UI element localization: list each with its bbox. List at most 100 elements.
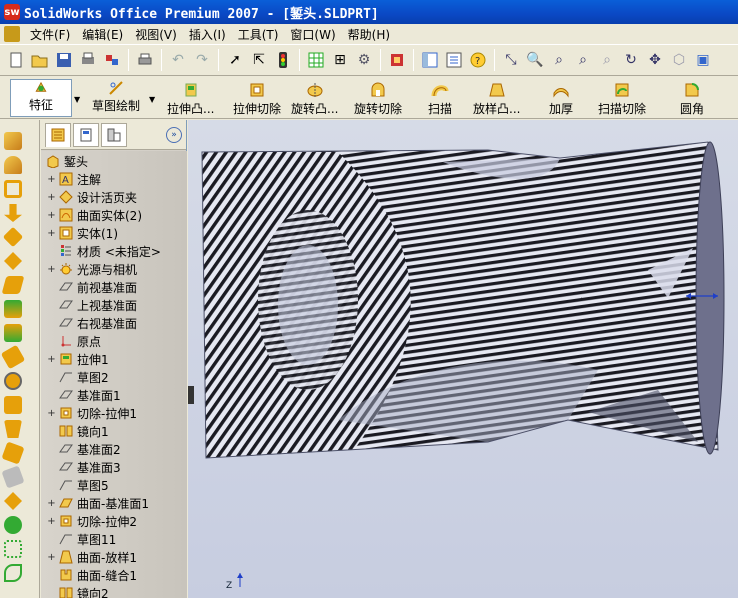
move-face-icon[interactable] [4, 492, 22, 510]
untrim-surface-icon[interactable] [4, 396, 22, 414]
swept-cut-button[interactable]: 扫描切除 [598, 81, 646, 117]
menu-edit[interactable]: 编辑(E) [76, 26, 129, 43]
app-menu-icon[interactable] [4, 26, 20, 42]
expand-plus-icon[interactable]: + [47, 552, 56, 563]
extruded-boss-button[interactable]: 拉伸凸... [167, 81, 214, 117]
tree-item[interactable]: + 切除-拉伸2 [47, 512, 137, 530]
knit-surface-icon[interactable] [4, 300, 22, 318]
properties-icon[interactable] [443, 49, 465, 71]
planar-surface-icon[interactable] [4, 324, 22, 342]
menu-help[interactable]: 帮助(H) [342, 26, 396, 43]
zoom-fit-icon[interactable]: ⤡ [500, 49, 522, 71]
tree-item[interactable]: 草图2 [47, 368, 109, 386]
menu-tools[interactable]: 工具(T) [232, 26, 285, 43]
tree-item[interactable]: 基准面3 [47, 458, 121, 476]
extruded-cut-button[interactable]: 拉伸切除 [233, 81, 281, 117]
expand-plus-icon[interactable]: + [47, 192, 56, 203]
solidworks-logo-icon[interactable]: sw [4, 4, 20, 20]
menu-file[interactable]: 文件(F) [24, 26, 76, 43]
panel-splitter-handle[interactable] [188, 386, 194, 404]
expand-panel-icon[interactable]: » [166, 126, 182, 143]
measure-icon[interactable]: ⊞ [329, 49, 351, 71]
tree-item[interactable]: 前视基准面 [47, 278, 137, 296]
tree-item[interactable]: 草图5 [47, 476, 109, 494]
tree-item[interactable]: + 曲面-基准面1 [47, 494, 149, 512]
expand-plus-icon[interactable]: + [47, 354, 56, 365]
tree-item[interactable]: 原点 [47, 332, 101, 350]
options-icon[interactable]: ⚙ [353, 49, 375, 71]
tree-item[interactable]: 材质 <未指定> [47, 242, 161, 260]
tree-item[interactable]: 镜向1 [47, 422, 109, 440]
menu-view[interactable]: 视图(V) [129, 26, 183, 43]
replace-face-icon[interactable] [1, 465, 25, 489]
tree-item[interactable]: + 曲面实体(2) [47, 206, 142, 224]
help-icon[interactable]: ? [467, 49, 489, 71]
tree-item[interactable]: + A 注解 [47, 170, 101, 188]
fillet-button[interactable]: 圆角 [680, 81, 704, 117]
appearance-icon[interactable] [386, 49, 408, 71]
extend-surface-icon[interactable] [0, 344, 26, 370]
boundary-surface-icon[interactable] [2, 226, 24, 248]
zoom-area-icon[interactable]: 🔍 [524, 49, 546, 71]
chevron-down-icon[interactable]: ▼ [74, 95, 80, 104]
revolved-boss-button[interactable]: 旋转凸... [291, 81, 338, 117]
swept-boss-button[interactable]: 扫描 [428, 81, 452, 117]
tree-item[interactable]: + 实体(1) [47, 224, 118, 242]
delete-face-icon[interactable] [1, 441, 25, 465]
select-icon[interactable]: ➚ [224, 49, 246, 71]
ruled-surface-icon[interactable] [4, 540, 22, 558]
feature-manager-tab[interactable] [45, 122, 71, 147]
select-other-icon[interactable]: ⇱ [248, 49, 270, 71]
tree-item[interactable]: + 拉伸1 [47, 350, 108, 368]
fill-surface-icon[interactable] [4, 420, 22, 438]
print-icon[interactable] [134, 49, 156, 71]
surface-revolve-icon[interactable] [4, 156, 22, 174]
radiate-surface-icon[interactable] [1, 276, 25, 294]
expand-plus-icon[interactable]: + [47, 264, 56, 275]
tree-item[interactable]: 基准面1 [47, 386, 121, 404]
graphics-viewport[interactable]: Z [188, 120, 738, 598]
expand-plus-icon[interactable]: + [47, 210, 56, 221]
surface-loft-icon[interactable] [4, 204, 22, 222]
open-icon[interactable] [29, 49, 51, 71]
roll-view-icon[interactable]: ⬡ [668, 49, 690, 71]
redo-icon[interactable]: ↷ [191, 49, 213, 71]
menu-window[interactable]: 窗口(W) [284, 26, 341, 43]
tree-item[interactable]: 曲面-缝合1 [47, 566, 137, 584]
chevron-down-icon[interactable]: ▼ [149, 95, 155, 104]
tree-item[interactable]: 基准面2 [47, 440, 121, 458]
save-icon[interactable] [53, 49, 75, 71]
rotate-icon[interactable]: ↻ [620, 49, 642, 71]
tree-item[interactable]: 右视基准面 [47, 314, 137, 332]
expand-plus-icon[interactable]: + [47, 174, 56, 185]
tree-item[interactable]: 草图11 [47, 530, 116, 548]
tree-item[interactable]: 上视基准面 [47, 296, 137, 314]
tree-item[interactable]: + 光源与相机 [47, 260, 137, 278]
tree-item[interactable]: + 曲面-放样1 [47, 548, 137, 566]
curve-icon[interactable] [4, 564, 22, 582]
zoom-selection-icon[interactable]: ⌕ [572, 49, 594, 71]
expand-plus-icon[interactable]: + [47, 498, 56, 509]
print-preview-icon[interactable] [77, 49, 99, 71]
surface-sweep-icon[interactable] [4, 180, 22, 198]
view-layout-icon[interactable] [419, 49, 441, 71]
undo-icon[interactable]: ↶ [167, 49, 189, 71]
tab-sketch[interactable]: 草图绘制 [84, 79, 148, 117]
surface-extrude-icon[interactable] [4, 132, 22, 150]
3d-view-icon[interactable]: ▣ [692, 49, 714, 71]
menu-insert[interactable]: 插入(I) [183, 26, 232, 43]
zoom-previous-icon[interactable]: ⌕ [596, 49, 618, 71]
lofted-boss-button[interactable]: 放样凸... [473, 81, 520, 117]
trim-surface-icon[interactable] [4, 372, 22, 390]
zoom-in-out-icon[interactable]: ⌕ [548, 49, 570, 71]
grid-icon[interactable] [305, 49, 327, 71]
thicken-surface-icon[interactable] [4, 516, 22, 534]
tree-item[interactable]: + 设计活页夹 [47, 188, 137, 206]
tab-features[interactable]: 特征 [10, 79, 72, 117]
expand-plus-icon[interactable]: + [47, 516, 56, 527]
tree-item[interactable]: + 切除-拉伸1 [47, 404, 137, 422]
revolved-cut-button[interactable]: 旋转切除 [354, 81, 402, 117]
pan-icon[interactable]: ✥ [644, 49, 666, 71]
new-icon[interactable] [5, 49, 27, 71]
property-manager-tab[interactable] [73, 122, 99, 147]
